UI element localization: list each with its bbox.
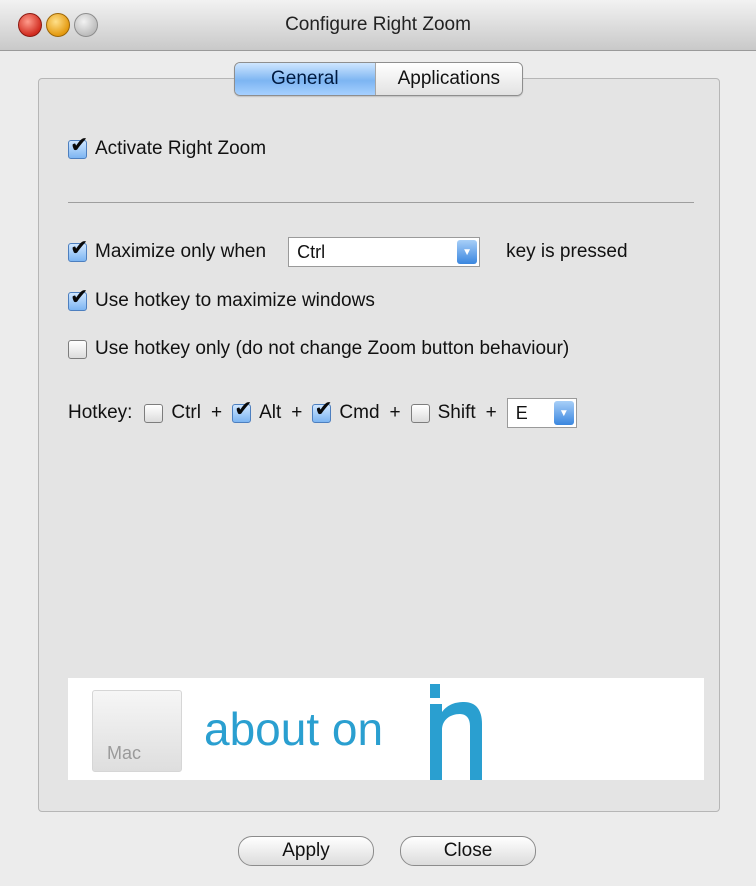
cmd-checkbox[interactable]: ✔ <box>312 397 333 423</box>
use-hotkey-row: ✔ Use hotkey to maximize windows <box>68 285 375 312</box>
tab-general[interactable]: General <box>235 63 376 95</box>
hotkey-key-select[interactable]: E ▼ <box>506 398 577 428</box>
ctrl-checkbox[interactable] <box>144 403 164 423</box>
use-hotkey-label: Use hotkey to maximize windows <box>95 290 375 311</box>
alt-label: Alt <box>259 402 282 423</box>
hotkey-key-value: E <box>515 402 528 423</box>
ctrl-label: Ctrl <box>171 402 201 423</box>
alt-checkbox[interactable]: ✔ <box>232 397 253 423</box>
tab-bar: General Applications <box>234 62 524 96</box>
maximize-only-checkbox[interactable]: ✔ <box>68 236 88 262</box>
close-button[interactable]: Close <box>400 836 536 866</box>
brand-n-logo-icon <box>430 684 482 780</box>
key-pressed-label: key is pressed <box>506 241 628 262</box>
maximize-only-row: ✔ Maximize only when Ctrl ▼ key is press… <box>68 236 628 267</box>
divider <box>68 202 694 203</box>
brand-text: about on <box>204 703 384 755</box>
title-bar: Configure Right Zoom <box>0 0 756 51</box>
activate-checkbox[interactable]: ✔ <box>68 133 88 159</box>
window: Configure Right Zoom General Application… <box>0 0 756 886</box>
activate-label: Activate Right Zoom <box>95 138 267 159</box>
hotkey-only-checkbox[interactable] <box>68 339 87 359</box>
hotkey-only-label: Use hotkey only (do not change Zoom butt… <box>95 338 570 359</box>
chevron-down-icon: ▼ <box>553 401 574 425</box>
shift-checkbox[interactable] <box>410 403 430 423</box>
mac-logo-text: Mac <box>107 743 142 763</box>
hotkey-only-row: Use hotkey only (do not change Zoom butt… <box>68 338 569 360</box>
tab-applications[interactable]: Applications <box>375 63 523 95</box>
check-icon: ✔ <box>70 283 89 309</box>
plus-sign: + <box>389 402 401 423</box>
hotkey-label: Hotkey: <box>68 402 133 423</box>
plus-sign: + <box>210 402 223 423</box>
cmd-label: Cmd <box>339 402 380 423</box>
mac-logo: Mac <box>92 690 182 772</box>
modifier-key-select[interactable]: Ctrl ▼ <box>288 237 481 267</box>
check-icon: ✔ <box>70 131 89 157</box>
check-icon: ✔ <box>314 395 333 421</box>
window-title: Configure Right Zoom <box>285 14 471 35</box>
hotkey-row: Hotkey: Ctrl + ✔ Alt + ✔ Cmd + Shift + E… <box>68 397 577 428</box>
plus-sign: + <box>291 402 303 423</box>
check-icon: ✔ <box>234 395 253 421</box>
check-icon: ✔ <box>70 234 89 260</box>
apply-button[interactable]: Apply <box>238 836 374 866</box>
chevron-down-icon: ▼ <box>457 240 478 264</box>
activate-row: ✔ Activate Right Zoom <box>68 133 267 160</box>
plus-sign: + <box>485 402 497 423</box>
maximize-only-label: Maximize only when <box>95 241 267 262</box>
modifier-key-value: Ctrl <box>297 241 326 262</box>
use-hotkey-checkbox[interactable]: ✔ <box>68 285 88 311</box>
shift-label: Shift <box>437 402 476 423</box>
banner-ad[interactable]: Mac about on <box>68 678 704 780</box>
